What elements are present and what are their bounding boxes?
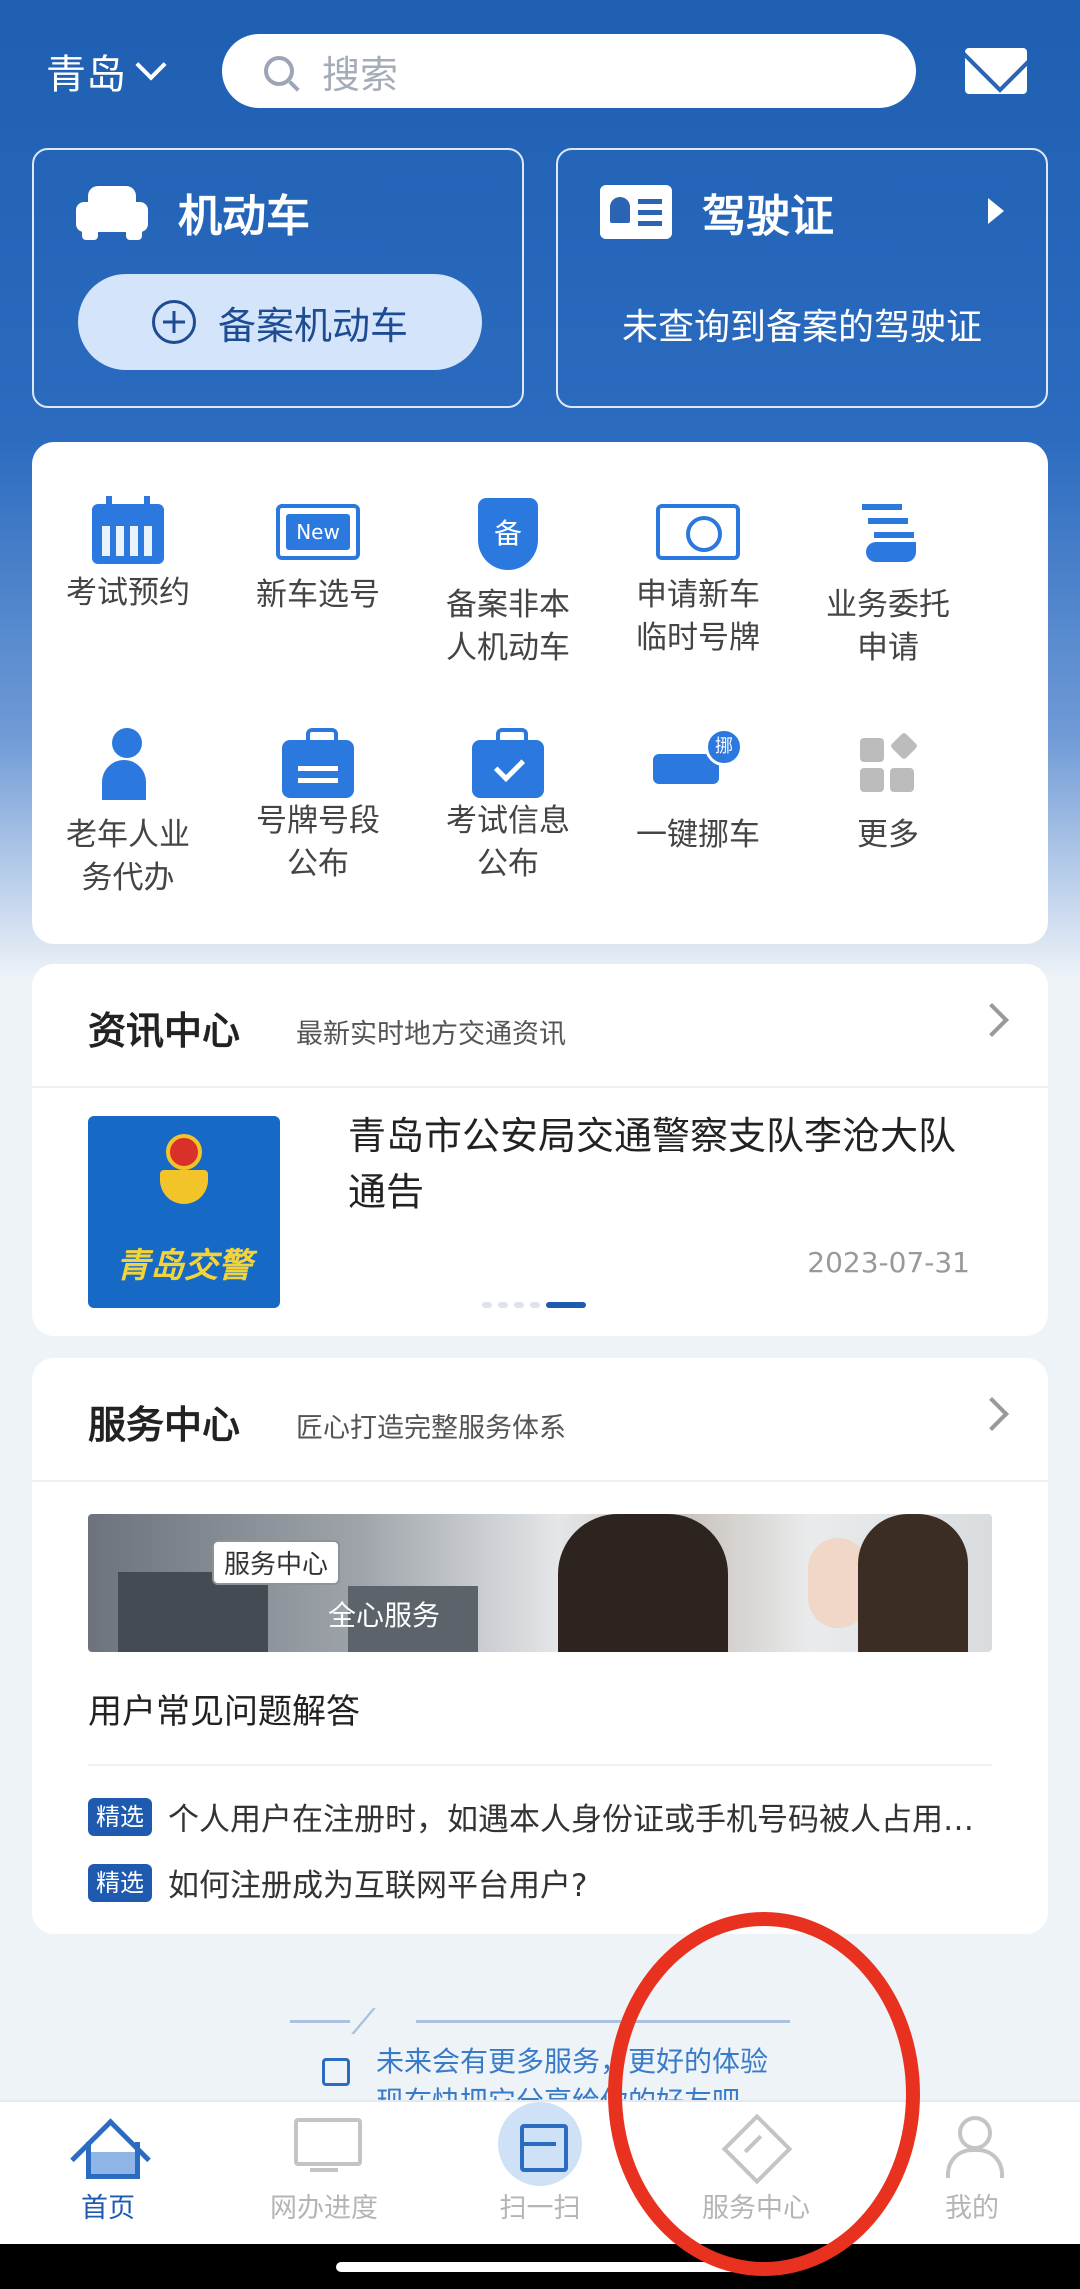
vehicle-card-title: 机动车 [178,191,310,242]
clipboard-check-icon [472,728,544,798]
service-label: 更多 [857,817,919,853]
service-exam-booking[interactable]: 考试预约 [33,496,223,615]
service-register-non-owned-vehicle[interactable]: 备 备案非本 人机动车 [413,498,603,670]
register-vehicle-button[interactable]: 备案机动车 [78,274,482,370]
top-bar: 青岛 搜索 [0,30,1080,110]
tab-mine-label: 我的 [945,2193,999,2224]
faq-item[interactable]: 精选 个人用户在注册时，如遇本人身份证或手机号码被人占用，如何处理？ [88,1794,992,1839]
tab-progress[interactable]: 网办进度 [244,2116,404,2225]
register-vehicle-label: 备案机动车 [217,303,408,348]
news-thumbnail[interactable]: 青岛交警 [88,1116,280,1308]
service-business-delegation[interactable]: 业务委托 申请 [793,498,983,670]
chevron-right-icon[interactable] [975,1003,1009,1037]
service-more[interactable]: 更多 [793,728,983,857]
carousel-dot [482,1302,492,1308]
thumbnail-logo-text: 青岛交警 [116,1246,252,1286]
license-status-message: 未查询到备案的驾驶证 [621,307,982,348]
service-label: 一键挪车 [636,817,760,853]
plus-circle-icon [151,300,196,344]
monitor-icon [292,2116,362,2176]
search-placeholder: 搜索 [322,52,399,97]
service-label: 老年人业 务代办 [66,817,190,896]
shield-icon: 备 [478,498,538,570]
annotation-circle [608,1912,920,2276]
news-headline[interactable]: 青岛市公安局交通警察支队李沧大队通告 [348,1108,988,1220]
service-new-plate-selection[interactable]: New 新车选号 [223,498,413,617]
service-exam-info[interactable]: 考试信息 公布 [413,728,603,886]
service-center-card: 服务中心 匠心打造完整服务体系 服务中心 全心服务 用户常见问题解答 精选 个人… [32,1358,1048,1934]
tow-truck-icon: 挪 [653,728,743,800]
faq-title[interactable]: 用户常见问题解答 [88,1684,360,1733]
id-card-icon [600,185,672,239]
share-icon[interactable] [322,2058,350,2086]
faq-question: 如何注册成为互联网平台用户? [168,1868,588,1904]
police-emblem-icon [160,1134,208,1208]
city-selector[interactable]: 青岛 [46,42,167,100]
banner-text: 全心服务 [328,1599,441,1632]
service-elderly-agency[interactable]: 老年人业 务代办 [33,728,223,900]
license-card-header: 驾驶证 [600,180,834,244]
tab-scan[interactable]: 扫一扫 [460,2102,620,2225]
arrow-right-icon [988,198,1004,224]
service-label: 新车选号 [256,577,380,613]
carousel-indicator [482,1302,586,1308]
carousel-dot [530,1302,540,1308]
divider [88,1764,992,1766]
faq-question: 个人用户在注册时，如遇本人身份证或手机号码被人占用，如何处理？ [168,1802,992,1838]
mail-icon[interactable] [965,48,1027,94]
service-center-banner[interactable]: 服务中心 全心服务 [88,1514,992,1652]
elderly-person-icon [92,728,164,800]
service-grid: 考试预约 New 新车选号 备 备案非本 人机动车 申请新车 临时号牌 业务委托 申请… [32,442,1048,944]
scan-icon [498,2102,582,2186]
calendar-icon [92,496,164,564]
news-date: 2023-07-31 [807,1246,970,1279]
service-label: 考试预约 [66,575,190,611]
service-label: 业务委托 申请 [826,587,950,666]
vehicle-card[interactable]: 机动车 备案机动车 [32,148,524,408]
clock-plate-icon [656,504,740,560]
service-label: 考试信息 公布 [446,803,570,882]
divider [32,1480,1048,1482]
service-center-subtitle: 匠心打造完整服务体系 [296,1413,566,1444]
tab-progress-label: 网办进度 [270,2193,378,2224]
tab-home[interactable]: 首页 [28,2116,188,2225]
license-card[interactable]: 驾驶证 未查询到备案的驾驶证 [556,148,1048,408]
home-indicator[interactable] [336,2262,744,2272]
service-plate-segment[interactable]: 号牌号段 公布 [223,728,413,886]
service-temporary-plate[interactable]: 申请新车 临时号牌 [603,498,793,660]
featured-badge: 精选 [88,1863,152,1902]
faq-item[interactable]: 精选 如何注册成为互联网平台用户? [88,1860,992,1905]
search-bar[interactable]: 搜索 [222,34,916,108]
service-label: 申请新车 临时号牌 [636,577,760,656]
news-center-title: 资讯中心 [88,1009,241,1053]
city-label: 青岛 [46,52,126,98]
carousel-dot [514,1302,524,1308]
chevron-right-icon[interactable] [975,1397,1009,1431]
car-icon [76,184,148,240]
carousel-dot [498,1302,508,1308]
news-center-card: 资讯中心 最新实时地方交通资讯 青岛交警 青岛市公安局交通警察支队李沧大队通告 … [32,964,1048,1336]
license-card-title: 驾驶证 [702,191,834,242]
hand-list-icon [852,498,924,570]
carousel-dot-active [546,1302,586,1308]
featured-badge: 精选 [88,1797,152,1836]
service-center-title: 服务中心 [88,1403,241,1447]
vehicle-card-header: 机动车 [76,180,310,244]
more-grid-icon [852,728,924,800]
service-move-car[interactable]: 挪 一键挪车 [603,728,793,857]
news-center-subtitle: 最新实时地方交通资讯 [296,1019,566,1050]
service-label: 号牌号段 公布 [256,803,380,882]
home-icon [76,2116,140,2179]
clipboard-icon [282,728,354,798]
user-icon [940,2116,1004,2178]
tab-scan-label: 扫一扫 [499,2193,581,2224]
search-icon [264,56,294,86]
chevron-down-icon [135,49,167,81]
divider [32,1086,1048,1088]
new-badge-icon: New [276,504,360,560]
service-label: 备案非本 人机动车 [446,587,570,666]
banner-tag: 服务中心 [212,1540,341,1585]
